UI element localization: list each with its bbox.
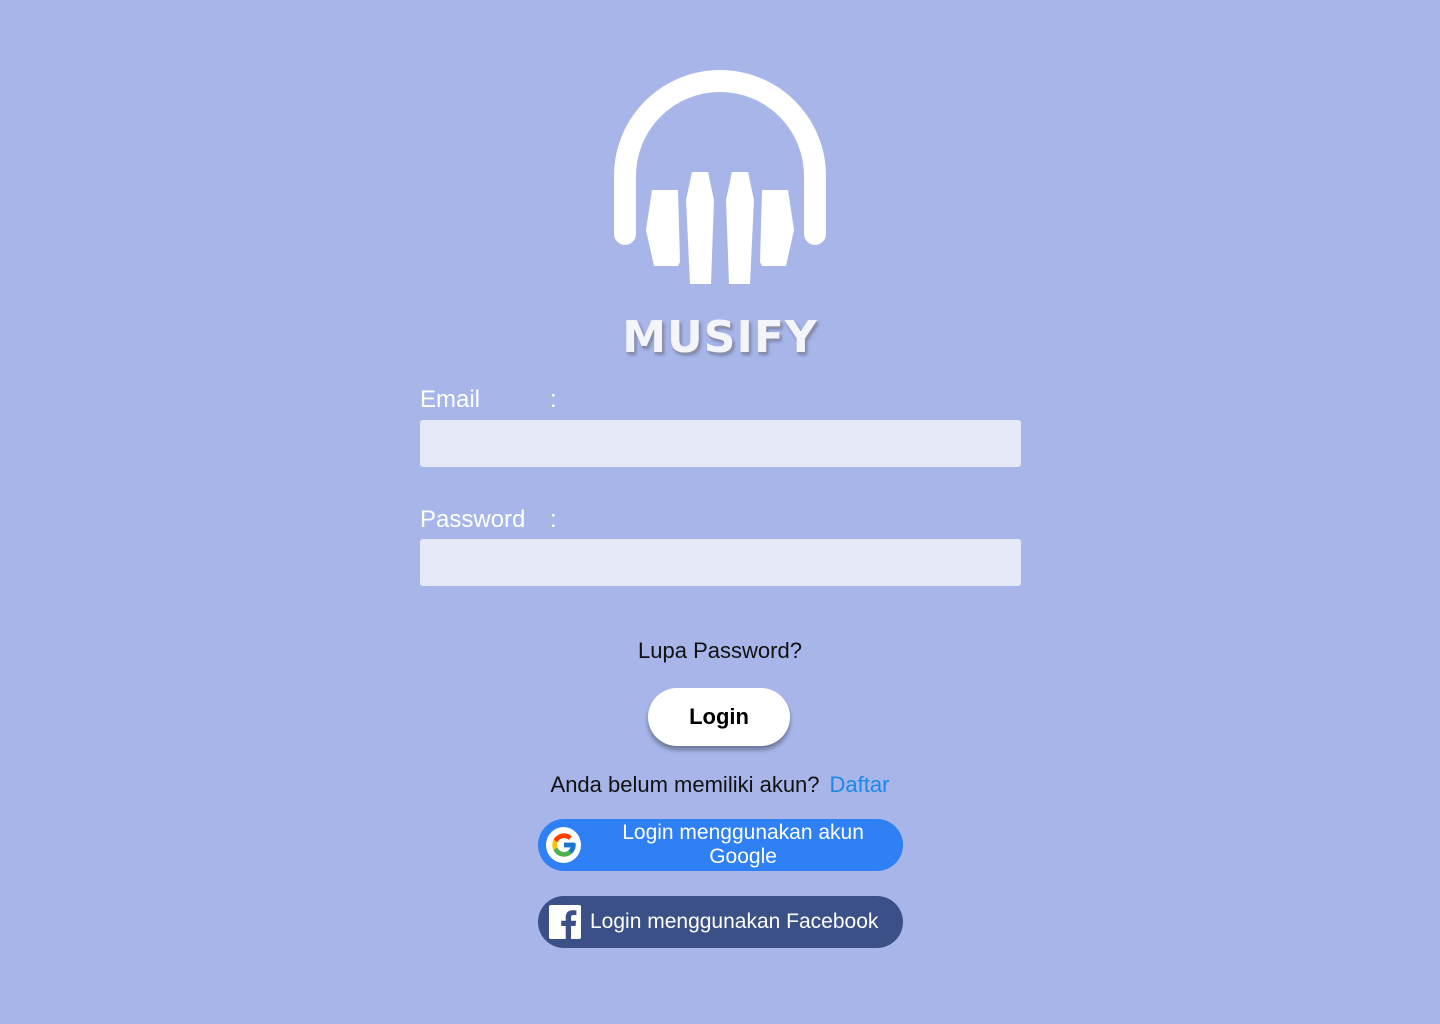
signup-prompt: Anda belum memiliki akun? [550,772,820,797]
facebook-login-button[interactable]: Login menggunakan Facebook [538,896,903,948]
signup-link[interactable]: Daftar [830,772,890,797]
password-colon: : [550,506,557,533]
email-colon: : [550,386,557,413]
login-page: MUSIFY Email : Password : Lupa Password?… [0,0,1440,1024]
google-login-button[interactable]: Login menggunakan akun Google [538,819,903,871]
brand-title: MUSIFY [622,312,818,363]
google-login-label: Login menggunakan akun Google [622,821,864,868]
password-input[interactable] [420,539,1021,586]
signup-row: Anda belum memiliki akun? Daftar [0,772,1440,798]
headphones-icon [614,70,826,284]
email-label: Email [420,386,481,413]
google-icon [546,827,582,863]
facebook-login-label: Login menggunakan Facebook [590,910,879,933]
facebook-icon [549,905,581,939]
login-button[interactable]: Login [648,688,790,746]
password-label: Password [420,506,526,533]
forgot-password-link[interactable]: Lupa Password? [0,638,1440,664]
email-input[interactable] [420,420,1021,467]
